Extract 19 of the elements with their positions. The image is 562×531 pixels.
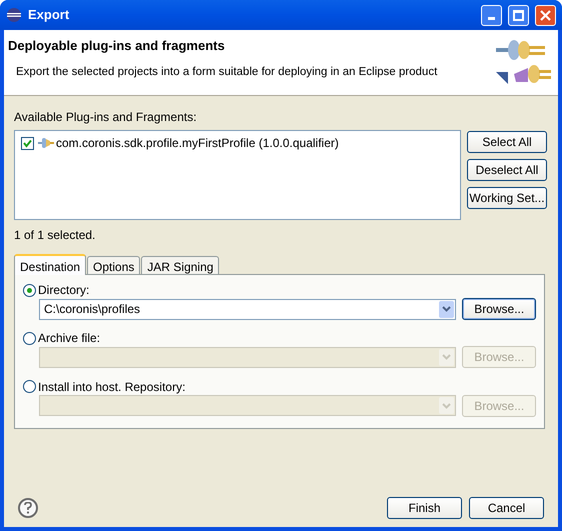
browse-button[interactable]: Browse...	[462, 298, 536, 320]
finish-button[interactable]: Finish	[387, 497, 462, 519]
plugin-item[interactable]: com.coronis.sdk.profile.myFirstProfile (1.0.0.qualifier)	[56, 134, 339, 152]
window-title: Export	[28, 6, 70, 24]
cancel-button[interactable]: Cancel	[469, 497, 544, 519]
list-action-button[interactable]: Select All	[467, 131, 547, 153]
radio-label: Directory:	[38, 283, 90, 297]
header-description: Export the selected projects into a form suitable for deploying in an Eclipse product	[15, 64, 438, 80]
selection-status: 1 of 1 selected.	[14, 227, 96, 244]
list-action-button[interactable]: Deselect All	[467, 159, 547, 181]
tab[interactable]: JAR Signing	[141, 256, 220, 274]
path-combo[interactable]: C:\coronis\profiles	[39, 298, 456, 320]
radio-label: Archive file:	[38, 331, 100, 346]
tab[interactable]: Destination	[14, 254, 86, 275]
tab[interactable]: Options	[87, 256, 140, 274]
plugins-label: Available Plug-ins and Fragments:	[14, 109, 198, 126]
header-title: Deployable plug-ins and fragments	[8, 37, 226, 55]
radio-label: Install into host. Repository:	[38, 380, 186, 394]
list-action-button[interactable]: Working Set...	[467, 187, 547, 209]
